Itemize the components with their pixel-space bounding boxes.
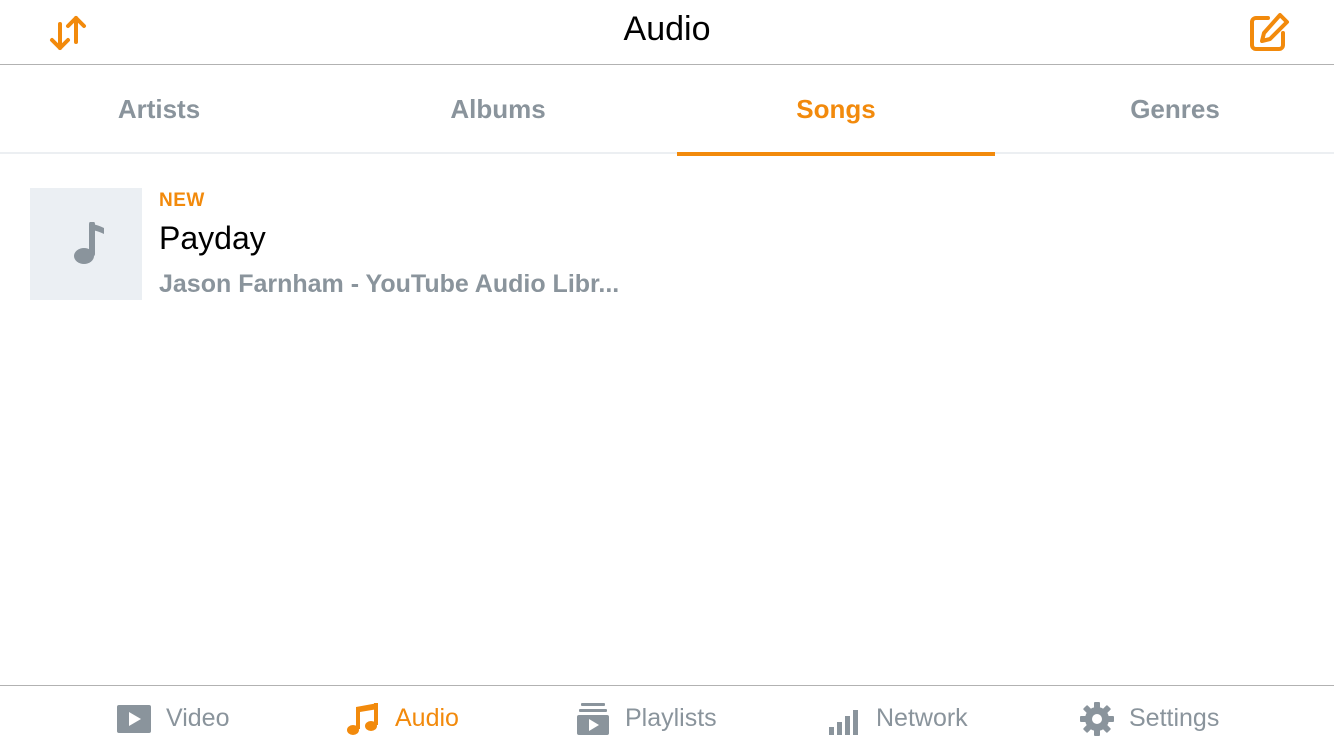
music-note-icon [345, 701, 381, 737]
network-signal-icon [826, 701, 862, 737]
playlist-icon [575, 701, 611, 737]
edit-icon [1250, 13, 1289, 51]
tabbar-label-audio: Audio [395, 704, 459, 732]
tabbar-item-video[interactable]: Video [116, 686, 230, 750]
page-title: Audio [623, 10, 711, 48]
category-tabs: Artists Albums Songs Genres [0, 66, 1334, 156]
tabbar-item-playlists[interactable]: Playlists [575, 686, 717, 750]
video-icon [116, 701, 152, 737]
tab-songs[interactable]: Songs [677, 66, 995, 156]
tabbar-item-audio[interactable]: Audio [345, 686, 459, 750]
tabbar-label-network: Network [876, 704, 968, 732]
tabbar-item-network[interactable]: Network [826, 686, 968, 750]
gear-icon [1079, 701, 1115, 737]
edit-button[interactable] [1246, 11, 1292, 53]
bottom-tab-bar: Video Audio Playlists Network Settings [0, 685, 1334, 750]
music-note-icon [74, 222, 104, 264]
navigation-bar: Audio [0, 0, 1334, 65]
tabbar-label-settings: Settings [1129, 704, 1220, 732]
list-item[interactable]: NEW Payday Jason Farnham - YouTube Audio… [0, 180, 1334, 308]
tab-artists[interactable]: Artists [0, 66, 318, 154]
song-title: Payday [159, 220, 266, 256]
song-thumbnail [30, 188, 142, 300]
tab-albums[interactable]: Albums [339, 66, 657, 154]
new-badge: NEW [159, 190, 205, 211]
song-artist: Jason Farnham - YouTube Audio Libr... [159, 270, 620, 298]
tabbar-label-playlists: Playlists [625, 704, 717, 732]
tabbar-item-settings[interactable]: Settings [1079, 686, 1219, 750]
tabbar-label-video: Video [166, 704, 230, 732]
tab-genres[interactable]: Genres [1016, 66, 1334, 154]
